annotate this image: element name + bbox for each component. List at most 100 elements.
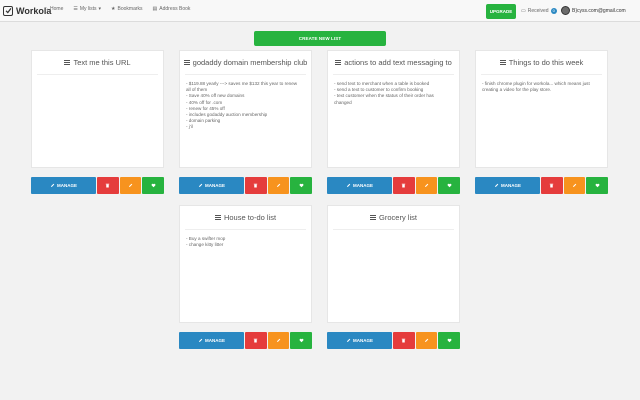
manage-label: MANAGE — [353, 183, 373, 188]
manage-button[interactable]: MANAGE — [327, 177, 392, 194]
manage-button[interactable]: MANAGE — [475, 177, 540, 194]
list-card: House to-do list - Buy a swifter mop - cha… — [179, 205, 312, 323]
nav-my-lists[interactable]: ☰ My lists ▾ — [73, 6, 101, 12]
nav-my-lists-label: My lists — [79, 6, 97, 12]
nav-address-book[interactable]: ▤ Address Book — [153, 6, 191, 12]
list-icon — [64, 60, 71, 65]
card-actions: MANAGE — [327, 177, 461, 194]
received-label: Received — [527, 8, 549, 14]
pencil-icon — [494, 183, 499, 189]
manage-label: MANAGE — [501, 183, 521, 188]
list-item: - change kitty litter — [186, 242, 224, 248]
pencil-icon — [424, 338, 429, 344]
card-title[interactable]: House to-do list — [180, 213, 311, 222]
list-icon: ☰ — [73, 6, 78, 12]
trash-icon — [105, 183, 110, 189]
list-icon — [214, 215, 221, 220]
favorite-button[interactable] — [142, 177, 165, 194]
edit-button[interactable] — [267, 177, 290, 194]
pencil-icon — [572, 183, 577, 189]
card-title-text: Text me this URL — [73, 58, 131, 67]
favorite-button[interactable] — [438, 177, 461, 194]
pencil-icon — [276, 183, 281, 189]
heart-icon — [447, 338, 452, 344]
delete-button[interactable] — [245, 332, 267, 349]
card-actions: MANAGE — [475, 177, 609, 194]
pencil-icon — [276, 338, 281, 344]
manage-label: MANAGE — [57, 183, 77, 188]
card-title[interactable]: godaddy domain membership club — [180, 58, 311, 67]
list-item: - j'il — [186, 124, 193, 130]
list-card: godaddy domain membership club - $119.88 … — [179, 50, 312, 168]
heart-icon — [151, 183, 156, 189]
edit-button[interactable] — [415, 177, 438, 194]
list-card: Text me this URL — [31, 50, 164, 168]
trash-icon — [549, 183, 554, 189]
card-title[interactable]: Text me this URL — [32, 58, 163, 67]
card-divider — [185, 74, 306, 75]
nav-home-label: Home — [50, 6, 64, 12]
manage-button[interactable]: MANAGE — [179, 177, 244, 194]
trash-icon — [253, 183, 258, 189]
heart-icon — [299, 183, 304, 189]
card-divider — [37, 74, 158, 75]
list-card: Things to do this week - finish chrome pl… — [475, 50, 608, 168]
home-icon: ⌂ — [45, 6, 49, 12]
card-divider — [185, 229, 306, 230]
heart-icon — [595, 183, 600, 189]
trash-icon — [253, 338, 258, 344]
pencil-icon — [198, 183, 203, 189]
list-icon — [183, 60, 190, 65]
avatar — [561, 6, 570, 15]
user-menu[interactable]: B}cyss.com@gmail.com — [561, 6, 626, 15]
edit-button[interactable] — [119, 177, 142, 194]
delete-button[interactable] — [245, 177, 267, 194]
favorite-button[interactable] — [290, 332, 313, 349]
card-title-text: Grocery list — [379, 213, 417, 222]
nav-home[interactable]: ⌂ Home — [45, 6, 63, 12]
list-item: creating a video for the play store. — [482, 87, 552, 93]
check-icon — [3, 5, 13, 16]
delete-button[interactable] — [393, 177, 415, 194]
upgrade-button[interactable]: UPGRADE — [486, 4, 516, 19]
edit-button[interactable] — [415, 332, 438, 349]
favorite-button[interactable] — [290, 177, 313, 194]
list-icon — [335, 60, 342, 65]
manage-label: MANAGE — [205, 338, 225, 343]
list-card: actions to add text messaging to - send t… — [327, 50, 460, 168]
card-title[interactable]: Things to do this week — [476, 58, 607, 67]
list-icon — [370, 215, 377, 220]
delete-button[interactable] — [393, 332, 415, 349]
top-navbar: Workola ⌂ Home ☰ My lists ▾ ★ Bookmarks … — [0, 0, 640, 22]
edit-button[interactable] — [267, 332, 290, 349]
received-count-badge: 0 — [550, 8, 557, 14]
pencil-icon — [50, 183, 55, 189]
manage-button[interactable]: MANAGE — [179, 332, 244, 349]
nav-bookmarks-label: Bookmarks — [117, 6, 143, 12]
edit-button[interactable] — [563, 177, 586, 194]
card-actions: MANAGE — [327, 332, 461, 349]
delete-button[interactable] — [97, 177, 119, 194]
favorite-button[interactable] — [586, 177, 609, 194]
card-title[interactable]: Grocery list — [328, 213, 459, 222]
received-link[interactable]: ▭ Received 0 — [521, 8, 557, 14]
card-body: - Buy a swifter mop - change kitty litter — [186, 236, 305, 248]
nav-address-book-label: Address Book — [159, 6, 191, 12]
create-new-list-button[interactable]: CREATE NEW LIST — [254, 31, 386, 46]
favorite-button[interactable] — [438, 332, 461, 349]
pencil-icon — [346, 338, 351, 344]
card-body: - send text to merchant when a table is … — [334, 81, 453, 106]
nav-bookmarks[interactable]: ★ Bookmarks — [111, 6, 143, 12]
nav-links: ⌂ Home ☰ My lists ▾ ★ Bookmarks ▤ Addres… — [45, 6, 190, 12]
book-icon: ▤ — [152, 6, 158, 12]
card-title-text: actions to add text messaging to — [344, 58, 452, 67]
pencil-icon — [346, 183, 351, 189]
list-card: Grocery list — [327, 205, 460, 323]
heart-icon — [299, 338, 304, 344]
card-title[interactable]: actions to add text messaging to — [328, 58, 459, 67]
delete-button[interactable] — [541, 177, 563, 194]
manage-button[interactable]: MANAGE — [327, 332, 392, 349]
manage-button[interactable]: MANAGE — [31, 177, 96, 194]
user-email: B}cyss.com@gmail.com — [572, 7, 626, 14]
manage-label: MANAGE — [353, 338, 373, 343]
